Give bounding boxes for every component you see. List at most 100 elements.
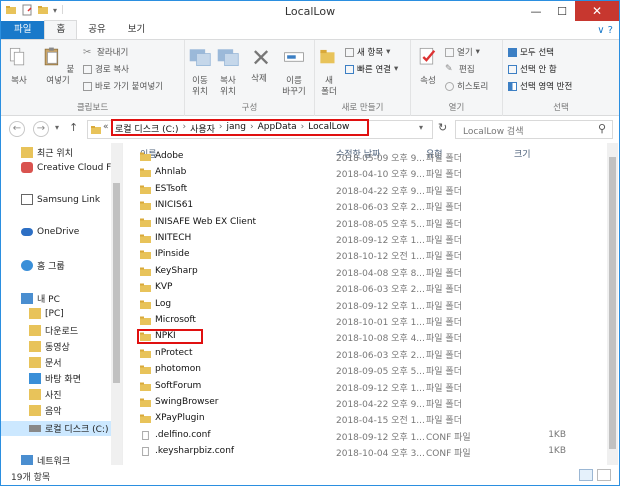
chevron-right-icon[interactable]: › <box>219 122 223 135</box>
nav-item-this-pc[interactable]: 내 PC <box>21 292 60 305</box>
nav-item-downloads[interactable]: 다운로드 <box>29 324 78 337</box>
nav-item-local-disk[interactable]: 로컬 디스크 (C:) <box>29 422 108 435</box>
search-box[interactable]: LocalLow 검색 ⚲ <box>455 120 613 139</box>
nav-item-pictures[interactable]: 사진 <box>29 388 62 401</box>
file-list-scrollbar-thumb[interactable] <box>609 157 616 449</box>
new-item-button[interactable]: 새 항목 ▾ <box>345 46 390 58</box>
address-dropdown-icon[interactable]: ▾ <box>419 123 423 132</box>
file-row[interactable]: photomon 2018-09-05 오후 5... 파일 폴더 <box>124 362 604 378</box>
file-row[interactable]: Adobe 2018-05-09 오후 9... 파일 폴더 <box>124 149 604 165</box>
nav-item-samsung-link[interactable]: Samsung Link <box>21 194 100 205</box>
file-row[interactable]: SoftForum 2018-09-12 오후 1... 파일 폴더 <box>124 379 604 395</box>
file-list-scrollbar[interactable] <box>607 143 618 465</box>
file-row[interactable]: NPKI 2018-10-08 오후 4... 파일 폴더 <box>124 329 604 345</box>
delete-button[interactable]: ✕ 삭제 <box>247 44 271 85</box>
paste-shortcut-button[interactable]: 바로 가기 붙여넣기 <box>83 80 163 92</box>
file-row[interactable]: .delfino.conf 2018-09-12 오후 1... CONF 파일 1K… <box>124 428 604 444</box>
file-list: 이름 수정한 날짜 유형 크기 Adobe2018-05-09 오후 9...파… <box>124 143 619 465</box>
forward-button[interactable]: → <box>33 121 49 137</box>
invert-selection-label: 선택 영역 반전 <box>520 82 573 92</box>
file-row[interactable]: KVP 2018-06-03 오후 2... 파일 폴더 <box>124 280 604 296</box>
file-row[interactable]: Microsoft 2018-10-01 오후 1... 파일 폴더 <box>124 313 604 329</box>
help-icon[interactable]: ∨ ? <box>597 25 613 36</box>
nav-item-creative-cloud[interactable]: Creative Cloud Fi <box>21 162 113 173</box>
nav-scrollbar[interactable] <box>111 143 122 465</box>
select-all-button[interactable]: 모두 선택 <box>508 46 554 58</box>
file-date: 2018-04-15 오전 1... <box>336 416 425 427</box>
chevron-right-icon[interactable]: › <box>301 122 305 135</box>
copy-path-button[interactable]: 경로 복사 <box>83 63 129 75</box>
open-button[interactable]: 열기 ▾ <box>445 46 480 58</box>
new-folder-button[interactable]: 새 폴더 <box>318 44 340 98</box>
tab-file[interactable]: 파일 <box>1 21 45 39</box>
details-view-button[interactable] <box>579 469 593 481</box>
folder-icon <box>140 218 151 227</box>
chevron-right-icon[interactable]: › <box>182 122 186 135</box>
nav-item-homegroup[interactable]: 홈 그룹 <box>21 259 65 272</box>
tab-view[interactable]: 보기 <box>117 21 156 39</box>
file-row[interactable]: Ahnlab 2018-04-10 오후 9... 파일 폴더 <box>124 165 604 181</box>
file-row[interactable]: .keysharpbiz.conf 2018-10-04 오후 3... CONF … <box>124 444 604 460</box>
copy-to-button[interactable]: 복사 위치 <box>215 44 241 98</box>
file-row[interactable]: Log 2018-09-12 오후 1... 파일 폴더 <box>124 297 604 313</box>
file-row[interactable]: INITECH 2018-09-12 오후 1... 파일 폴더 <box>124 231 604 247</box>
properties-icon <box>419 47 436 65</box>
homegroup-icon <box>21 260 33 271</box>
address-overflow-icon[interactable]: « <box>103 122 109 132</box>
folder-icon <box>140 414 151 424</box>
easy-access-button[interactable]: 빠른 연결 ▾ <box>345 63 398 75</box>
close-button[interactable]: ✕ <box>575 1 619 21</box>
file-date: 2018-10-01 오후 1... <box>336 318 425 328</box>
cut-button[interactable]: ✂ 잘라내기 <box>83 46 128 59</box>
large-icons-view-button[interactable] <box>597 469 611 481</box>
history-button[interactable]: 히스토리 <box>445 80 488 92</box>
minimize-button[interactable]: — <box>523 1 549 21</box>
nav-item-pc[interactable]: [PC] <box>29 308 64 319</box>
file-row[interactable]: nProtect 2018-06-03 오후 2... 파일 폴더 <box>124 346 604 362</box>
up-button[interactable]: ↑ <box>69 121 78 134</box>
search-icon[interactable]: ⚲ <box>598 122 606 135</box>
rename-button[interactable]: 이름 바꾸기 <box>277 44 311 98</box>
properties-button[interactable]: 속성 <box>414 44 442 87</box>
easy-access-icon <box>345 64 354 74</box>
breadcrumb-appdata[interactable]: AppData <box>258 122 297 135</box>
nav-item-documents[interactable]: 문서 <box>29 356 62 369</box>
recent-locations-icon[interactable]: ▾ <box>55 123 59 132</box>
file-row[interactable]: INISAFE Web EX Client 2018-08-05 오후 5... 파… <box>124 215 604 231</box>
maximize-button[interactable]: ☐ <box>549 1 575 21</box>
nav-label: Creative Cloud Fi <box>37 162 114 173</box>
nav-item-onedrive[interactable]: OneDrive <box>21 227 79 237</box>
breadcrumb-jang[interactable]: jang <box>227 122 246 135</box>
file-name: KVP <box>155 282 173 293</box>
breadcrumb-users[interactable]: 사용자 <box>190 122 215 135</box>
nav-item-recent[interactable]: 최근 위치 <box>21 146 73 159</box>
nav-item-music[interactable]: 음악 <box>29 404 62 417</box>
nav-item-network[interactable]: 네트워크 <box>21 454 70 465</box>
file-row[interactable]: SwingBrowser 2018-04-22 오후 9... 파일 폴더 <box>124 395 604 411</box>
paste-button[interactable]: 붙여넣기 <box>39 44 77 87</box>
select-none-button[interactable]: 선택 안 함 <box>508 63 557 75</box>
refresh-icon[interactable]: ↻ <box>438 121 447 134</box>
nav-scrollbar-thumb[interactable] <box>113 183 120 383</box>
file-row[interactable]: INICIS61 2018-06-03 오후 2... 파일 폴더 <box>124 198 604 214</box>
edit-button[interactable]: ✎ 편집 <box>445 63 475 76</box>
file-row[interactable]: IPinside 2018-10-12 오전 1... 파일 폴더 <box>124 247 604 263</box>
tab-share[interactable]: 공유 <box>77 21 116 39</box>
edit-icon: ✎ <box>445 63 453 74</box>
breadcrumb-drive-c[interactable]: 로컬 디스크 (C:) <box>115 122 178 135</box>
copy-button[interactable]: 복사 <box>7 44 31 87</box>
nav-item-desktop[interactable]: 바탕 화면 <box>29 372 81 385</box>
invert-selection-button[interactable]: 선택 영역 반전 <box>508 80 572 92</box>
move-to-button[interactable]: 이동 위치 <box>187 44 213 98</box>
nav-item-videos[interactable]: 동영상 <box>29 340 70 353</box>
breadcrumb-locallow[interactable]: LocalLow <box>308 122 349 135</box>
tab-home[interactable]: 홈 <box>44 20 78 39</box>
navigation-pane: 최근 위치 Creative Cloud Fi Samsung Link One… <box>1 143 123 465</box>
file-row[interactable]: XPayPlugin 2018-04-15 오전 1... 파일 폴더 <box>124 411 604 427</box>
back-button[interactable]: ← <box>9 121 25 137</box>
file-row[interactable]: ESTsoft 2018-04-22 오후 9... 파일 폴더 <box>124 182 604 198</box>
file-row[interactable]: KeySharp 2018-04-08 오후 8... 파일 폴더 <box>124 264 604 280</box>
delete-icon: ✕ <box>250 44 272 72</box>
new-group: 새 폴더 새 항목 ▾ 빠른 연결 ▾ 새로 만들기 <box>315 40 411 116</box>
chevron-right-icon[interactable]: › <box>250 122 254 135</box>
